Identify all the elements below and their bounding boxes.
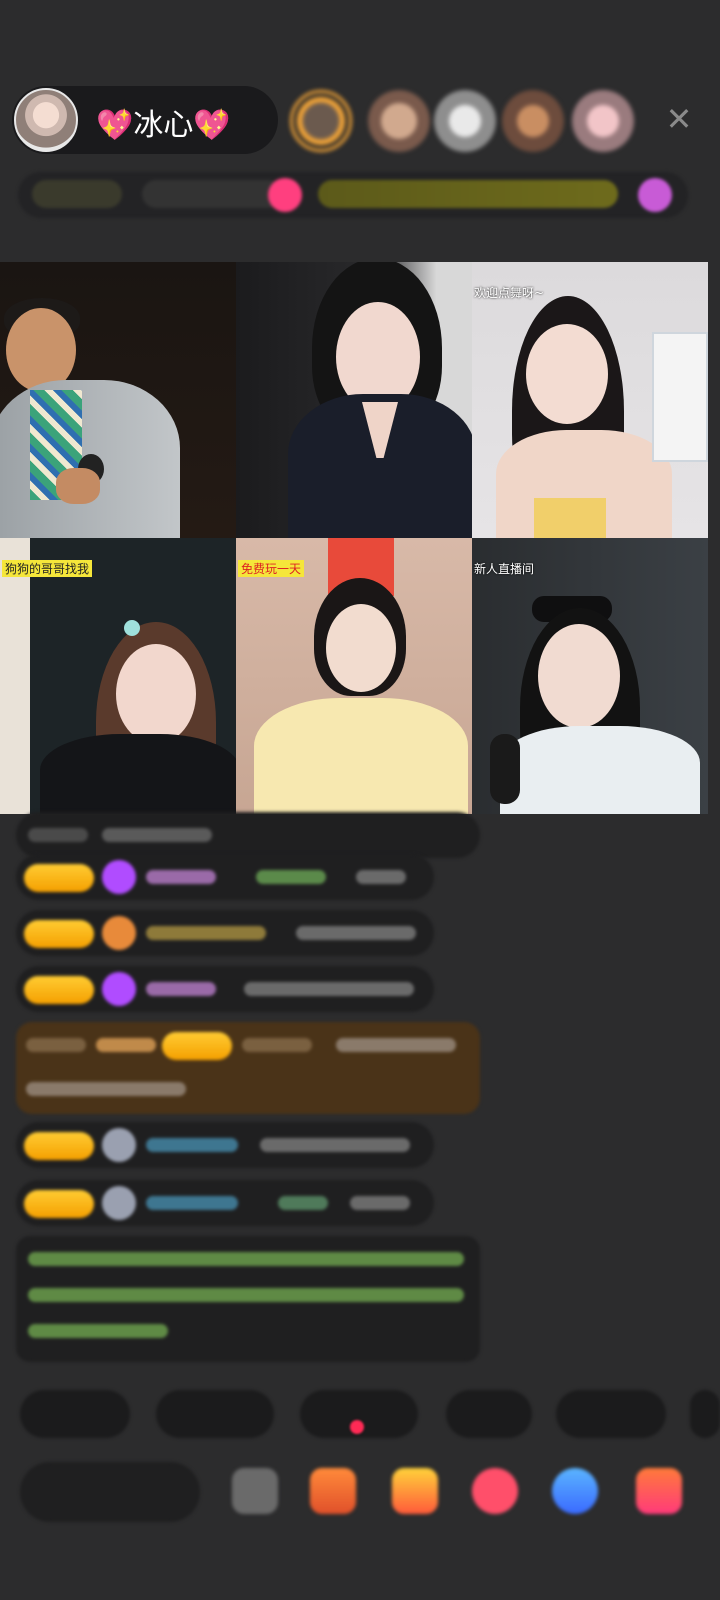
chat-username [278, 1196, 328, 1210]
chat-message[interactable] [16, 812, 480, 858]
chat-text [102, 828, 212, 842]
quick-reply-button[interactable] [690, 1390, 720, 1438]
host-name: 💖冰心💖 [96, 108, 231, 143]
level-badge [24, 1190, 94, 1218]
chat-text [350, 1196, 410, 1210]
quick-reply-button[interactable] [156, 1390, 274, 1438]
chat-username [146, 1138, 238, 1152]
popularity-chip[interactable] [142, 180, 282, 208]
shelf [652, 332, 708, 462]
quick-reply-button[interactable] [556, 1390, 666, 1438]
hair-clip [124, 620, 140, 636]
level-badge [162, 1032, 232, 1060]
close-icon[interactable]: ✕ [660, 100, 698, 138]
guest-face [526, 324, 608, 424]
chat-username [146, 926, 266, 940]
notice-text [28, 1324, 168, 1338]
guest-face [538, 624, 620, 728]
system-notice-message [16, 1236, 480, 1362]
chat-username [146, 1196, 238, 1210]
notice-chip[interactable] [318, 180, 618, 208]
room-info-row[interactable] [18, 172, 688, 218]
video-cell-5[interactable]: 免费玩一天 [236, 538, 472, 814]
guest-body [254, 698, 468, 814]
guest-body [40, 734, 236, 814]
chat-message[interactable] [16, 966, 434, 1012]
viewer-avatar[interactable] [290, 90, 352, 152]
video-cell-6[interactable]: 新人直播间 [472, 538, 708, 814]
chat-highlight-message[interactable] [16, 1022, 480, 1114]
level-badge [24, 864, 94, 892]
emoji-icon[interactable] [232, 1468, 278, 1514]
chat-text [28, 828, 88, 842]
live-room: 💖冰心💖 ✕ 欢迎点舞呀~ 狗狗的哥哥找我 免费玩一天 新人直播间 [0, 0, 720, 1600]
guest-body [500, 726, 700, 814]
purple-gem-icon [102, 860, 136, 894]
multi-guest-video-grid: 欢迎点舞呀~ 狗狗的哥哥找我 免费玩一天 新人直播间 [0, 262, 708, 814]
notification-dot [350, 1420, 364, 1434]
gift-box-icon[interactable] [310, 1468, 356, 1514]
viewer-avatar[interactable] [434, 90, 496, 152]
chat-username [242, 1038, 312, 1052]
viewer-avatar[interactable] [572, 90, 634, 152]
quick-reply-button[interactable] [446, 1390, 532, 1438]
guest-caption: 欢迎点舞呀~ [474, 286, 545, 300]
purple-gem-icon [102, 972, 136, 1006]
comment-input[interactable] [20, 1462, 200, 1522]
orange-gem-icon [102, 916, 136, 950]
heart-icon[interactable] [472, 1468, 518, 1514]
chat-username [146, 982, 216, 996]
chat-username [256, 870, 326, 884]
video-cell-2[interactable] [236, 262, 472, 538]
viewer-avatar[interactable] [502, 90, 564, 152]
guest-caption: 狗狗的哥哥找我 [2, 560, 93, 577]
chat-message[interactable] [16, 854, 434, 900]
notice-text [28, 1288, 464, 1302]
share-icon[interactable] [552, 1468, 598, 1514]
viewer-avatar[interactable] [368, 90, 430, 152]
studio-mic [490, 734, 520, 804]
guest-face [116, 644, 196, 744]
white-gem-icon [102, 1186, 136, 1220]
guest-caption: 免费玩一天 [238, 560, 305, 577]
gift-icon[interactable] [638, 178, 672, 212]
chat-username [146, 870, 216, 884]
chat-text [244, 982, 414, 996]
video-cell-4[interactable]: 狗狗的哥哥找我 [0, 538, 236, 814]
chat-message[interactable] [16, 910, 434, 956]
chat-text [26, 1082, 186, 1096]
chat-text [26, 1038, 86, 1052]
chat-text [356, 870, 406, 884]
level-badge [24, 976, 94, 1004]
guest-face [326, 604, 396, 692]
rank-chip[interactable] [32, 180, 122, 208]
video-cell-1[interactable] [0, 262, 236, 538]
more-gift-icon[interactable] [636, 1468, 682, 1514]
chat-text [260, 1138, 410, 1152]
chat-text [296, 926, 416, 940]
quick-reply-button[interactable] [20, 1390, 130, 1438]
hand [56, 468, 100, 504]
level-badge [24, 920, 94, 948]
chat-message[interactable] [16, 1180, 434, 1226]
notice-text [28, 1252, 464, 1266]
chat-message[interactable] [16, 1122, 434, 1168]
chat-text [336, 1038, 456, 1052]
host-avatar[interactable] [14, 88, 78, 152]
white-gem-icon [102, 1128, 136, 1162]
guest-caption: 新人直播间 [474, 562, 535, 576]
level-badge [24, 1132, 94, 1160]
pink-icon[interactable] [268, 178, 302, 212]
video-cell-3[interactable]: 欢迎点舞呀~ [472, 262, 708, 538]
shop-icon[interactable] [392, 1468, 438, 1514]
top [534, 498, 606, 538]
vip-badge [96, 1038, 156, 1052]
